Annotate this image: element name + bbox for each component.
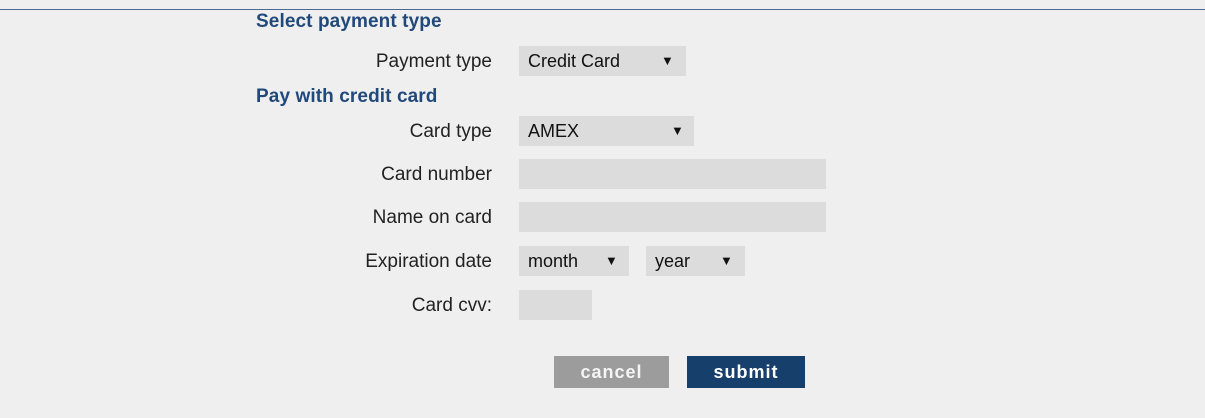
submit-button[interactable]: submit — [687, 356, 805, 388]
card-number-field[interactable] — [519, 159, 826, 189]
card-type-row: Card type AMEX ▼ — [0, 116, 1205, 148]
card-cvv-field[interactable] — [519, 290, 592, 320]
payment-type-label: Payment type — [375, 51, 492, 72]
cancel-button[interactable]: cancel — [554, 356, 669, 388]
card-number-label: Card number — [381, 164, 492, 185]
top-divider — [0, 9, 1205, 10]
payment-type-select[interactable]: Credit Card ▼ — [519, 46, 686, 76]
chevron-down-icon: ▼ — [671, 123, 684, 138]
payment-type-value: Credit Card — [528, 51, 621, 71]
expiration-date-row: Expiration date month ▼ year ▼ — [0, 246, 1205, 278]
name-on-card-field[interactable] — [519, 202, 826, 232]
card-type-value: AMEX — [528, 121, 580, 141]
card-type-select[interactable]: AMEX ▼ — [519, 116, 694, 146]
name-on-card-row: Name on card — [0, 202, 1205, 234]
expiration-month-value: month — [528, 251, 579, 271]
expiration-month-select[interactable]: month ▼ — [519, 246, 629, 276]
card-cvv-row: Card cvv: — [0, 290, 1205, 322]
expiration-year-value: year — [655, 251, 691, 271]
chevron-down-icon: ▼ — [720, 253, 733, 268]
card-type-label: Card type — [409, 121, 492, 142]
chevron-down-icon: ▼ — [661, 53, 674, 68]
expiration-year-select[interactable]: year ▼ — [646, 246, 745, 276]
expiration-date-label: Expiration date — [365, 251, 492, 272]
select-payment-type-heading: Select payment type — [256, 11, 442, 32]
chevron-down-icon: ▼ — [605, 253, 618, 268]
name-on-card-label: Name on card — [372, 207, 492, 228]
payment-type-row: Payment type Credit Card ▼ — [0, 46, 1205, 78]
card-cvv-label: Card cvv: — [411, 295, 492, 316]
pay-with-credit-card-heading: Pay with credit card — [256, 86, 438, 107]
card-number-row: Card number — [0, 159, 1205, 191]
